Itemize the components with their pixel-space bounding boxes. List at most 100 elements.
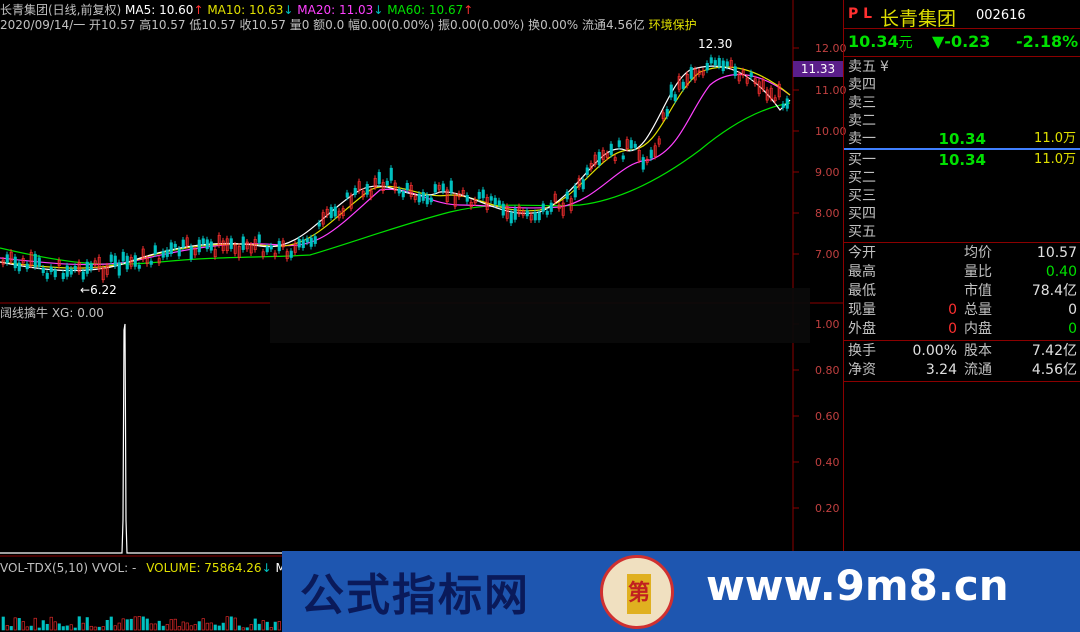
watermark-text: 公式指标网 bbox=[300, 570, 530, 621]
logo-icon: 第 bbox=[600, 555, 674, 629]
candle bbox=[317, 222, 321, 227]
bar-info-text: 2020/09/14/一 开10.57 高10.57 低10.57 收10.57… bbox=[0, 18, 645, 32]
sell-2[interactable]: 卖二 bbox=[844, 112, 1080, 130]
volume-bar bbox=[129, 618, 133, 631]
sell-3[interactable]: 卖三 bbox=[844, 94, 1080, 112]
candle bbox=[549, 202, 553, 212]
volume-bar bbox=[197, 621, 201, 631]
volume-bar bbox=[265, 621, 269, 631]
volume-bar bbox=[161, 625, 165, 631]
candle bbox=[81, 271, 85, 280]
candle bbox=[269, 245, 273, 250]
stock-name: 长青集团 bbox=[880, 8, 957, 30]
candle bbox=[541, 203, 545, 212]
candle bbox=[493, 197, 497, 205]
candle bbox=[649, 149, 653, 159]
candle bbox=[65, 265, 69, 277]
quote-panel: P L 长青集团 002616 10.34元 ▼-0.23 -2.18% 卖五 ¥… bbox=[843, 0, 1080, 632]
sell-4[interactable]: 卖四 bbox=[844, 76, 1080, 94]
candle bbox=[257, 234, 261, 243]
candle bbox=[481, 189, 485, 199]
volume-bar bbox=[145, 618, 149, 631]
candle bbox=[609, 143, 613, 155]
candle bbox=[709, 57, 713, 64]
sell-5[interactable]: 卖五 ¥ bbox=[844, 58, 1080, 76]
candle bbox=[17, 262, 21, 272]
ind-y-tick: 0.20 bbox=[815, 502, 840, 515]
candle bbox=[49, 266, 53, 272]
volume-bar bbox=[89, 625, 93, 631]
candle bbox=[717, 58, 721, 67]
volume-bar bbox=[133, 616, 137, 631]
candle bbox=[689, 67, 693, 79]
chart-header: 长青集团(日线,前复权) MA5: 10.60↑ MA10: 10.63↓ MA… bbox=[0, 3, 474, 17]
sector-label[interactable]: 环境保护 bbox=[649, 18, 697, 32]
candle bbox=[197, 239, 201, 253]
volume-bar bbox=[49, 616, 53, 631]
stat-row: 现量 0 总量 0 bbox=[848, 302, 1077, 318]
watermark-url: www.9m8.cn bbox=[706, 561, 1009, 610]
volume-bar bbox=[249, 624, 253, 631]
candle bbox=[441, 183, 445, 192]
ma5-label: MA5: 10.60 bbox=[125, 3, 194, 17]
volume-bar bbox=[277, 621, 281, 631]
candle bbox=[33, 253, 37, 268]
candle bbox=[397, 188, 401, 194]
candle bbox=[121, 251, 125, 262]
candle bbox=[149, 260, 153, 265]
buy-1[interactable]: 买一 10.34 11.0万 bbox=[844, 151, 1080, 169]
candle bbox=[533, 212, 537, 221]
candle bbox=[465, 195, 469, 202]
candle bbox=[353, 188, 357, 195]
volume-bar bbox=[1, 616, 5, 631]
volume-bar bbox=[25, 626, 29, 631]
candle bbox=[749, 72, 753, 78]
candle bbox=[509, 212, 513, 224]
candle bbox=[73, 266, 77, 271]
buy-2[interactable]: 买二 bbox=[844, 169, 1080, 187]
candle bbox=[785, 98, 789, 109]
volume-bar bbox=[33, 617, 37, 631]
buy-5[interactable]: 买五 bbox=[844, 223, 1080, 241]
candle bbox=[365, 184, 369, 195]
candle bbox=[705, 63, 709, 71]
volume-bar bbox=[13, 617, 17, 631]
candle bbox=[733, 66, 737, 76]
volume-bar bbox=[77, 616, 81, 631]
candle bbox=[537, 212, 541, 221]
volume-bar bbox=[181, 621, 185, 631]
candle bbox=[189, 246, 193, 260]
stat-row: 外盘 0 内盘 0 bbox=[848, 321, 1077, 337]
stat-row: 今开 均价 10.57 bbox=[848, 245, 1077, 261]
candle bbox=[573, 185, 577, 198]
candle bbox=[597, 151, 601, 166]
y-tick: 12.00 bbox=[815, 42, 847, 55]
volume-bar bbox=[153, 623, 157, 631]
candle bbox=[405, 183, 409, 191]
candle bbox=[545, 210, 549, 215]
last-price: 10.34元 bbox=[848, 32, 913, 51]
candle bbox=[265, 246, 269, 253]
ma60-label: MA60: 10.67 bbox=[387, 3, 464, 17]
sell-1[interactable]: 卖一 10.34 11.0万 bbox=[844, 130, 1080, 148]
candle bbox=[713, 60, 717, 66]
stat-row: 最高 量比 0.40 bbox=[848, 264, 1077, 280]
candle bbox=[109, 254, 113, 262]
candle bbox=[153, 245, 157, 255]
volume-bar bbox=[93, 626, 97, 631]
y-tick: 9.00 bbox=[815, 166, 840, 179]
candle bbox=[477, 191, 481, 199]
buy-4[interactable]: 买四 bbox=[844, 205, 1080, 223]
buy-3[interactable]: 买三 bbox=[844, 187, 1080, 205]
candle bbox=[205, 239, 209, 250]
volume-bar bbox=[61, 626, 65, 631]
candle bbox=[669, 84, 673, 98]
candle bbox=[673, 94, 677, 101]
candle bbox=[497, 200, 501, 206]
candle bbox=[169, 242, 173, 254]
candle bbox=[449, 180, 453, 193]
candle bbox=[37, 257, 41, 267]
stat-row: 最低 市值 78.4亿 bbox=[848, 283, 1077, 299]
volume-bar bbox=[189, 625, 193, 631]
candle bbox=[385, 180, 389, 186]
